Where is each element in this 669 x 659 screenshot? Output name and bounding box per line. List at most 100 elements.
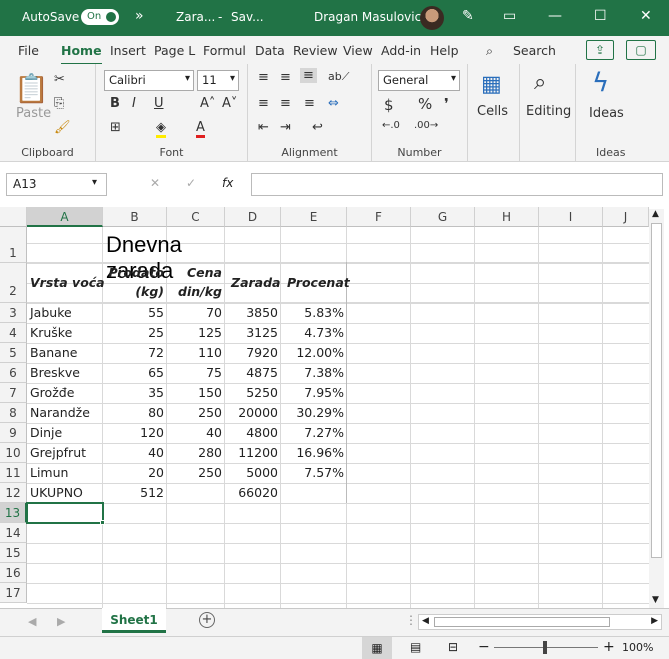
cell-percent[interactable]: 16.96% bbox=[281, 443, 347, 463]
cell-percent[interactable]: 12.00% bbox=[281, 343, 347, 363]
wrap-text-icon[interactable]: ↩ bbox=[312, 120, 323, 135]
document-title[interactable]: Zara... bbox=[176, 10, 215, 24]
cell-kg[interactable]: 25 bbox=[103, 323, 167, 343]
header-prodato-1[interactable]: Prodato bbox=[103, 265, 167, 285]
tab-page-layout[interactable]: Page L bbox=[154, 43, 195, 58]
page-layout-icon[interactable]: ▤ bbox=[410, 640, 421, 654]
zoom-in-icon[interactable]: + bbox=[603, 639, 615, 655]
scroll-thumb[interactable] bbox=[651, 223, 662, 558]
cell-price[interactable]: 250 bbox=[167, 403, 225, 423]
decrease-indent-icon[interactable]: ⇤ bbox=[258, 120, 269, 135]
row-header-3[interactable]: 3 bbox=[0, 303, 27, 323]
comments-icon[interactable]: ▢ bbox=[626, 40, 656, 60]
column-header-h[interactable]: H bbox=[475, 207, 539, 227]
column-header-f[interactable]: F bbox=[347, 207, 411, 227]
cell-price[interactable]: 125 bbox=[167, 323, 225, 343]
font-size-select[interactable]: 11 bbox=[197, 70, 239, 91]
cell-fruit-name[interactable]: Grožđe bbox=[27, 383, 103, 403]
cell-fruit-name[interactable]: Breskve bbox=[27, 363, 103, 383]
tab-home[interactable]: Home bbox=[61, 43, 102, 66]
cell-earnings[interactable]: 11200 bbox=[225, 443, 281, 463]
cell-price[interactable]: 150 bbox=[167, 383, 225, 403]
cell-price[interactable]: 280 bbox=[167, 443, 225, 463]
ideas-icon[interactable]: ϟ bbox=[592, 68, 609, 98]
cell-kg[interactable]: 65 bbox=[103, 363, 167, 383]
align-bottom-icon[interactable]: ≡ bbox=[300, 68, 317, 83]
row-header-1[interactable]: 1 bbox=[0, 227, 27, 263]
zoom-thumb[interactable] bbox=[543, 641, 547, 654]
fill-color-icon[interactable]: ◈ bbox=[156, 120, 166, 138]
more-commands-icon[interactable]: » bbox=[135, 8, 144, 24]
user-name[interactable]: Dragan Masulovic bbox=[314, 10, 421, 24]
row-header-2[interactable]: 2 bbox=[0, 263, 27, 303]
fill-handle[interactable] bbox=[100, 520, 105, 525]
decrease-font-icon[interactable]: A˅ bbox=[222, 96, 237, 111]
align-right-icon[interactable]: ≡ bbox=[304, 96, 315, 111]
cell-kg[interactable]: 80 bbox=[103, 403, 167, 423]
active-cell-a13[interactable] bbox=[26, 502, 104, 524]
sheet-tab-sheet1[interactable]: Sheet1 bbox=[102, 608, 166, 633]
cell-percent[interactable]: 7.95% bbox=[281, 383, 347, 403]
copy-icon[interactable]: ⎘ bbox=[54, 96, 64, 111]
row-header-9[interactable]: 9 bbox=[0, 423, 27, 443]
cell-price[interactable]: 110 bbox=[167, 343, 225, 363]
cell-kg[interactable]: 55 bbox=[103, 303, 167, 323]
row-header-13[interactable]: 13 bbox=[0, 503, 27, 523]
bold-icon[interactable]: B bbox=[110, 96, 120, 111]
next-sheet-icon[interactable]: ▶ bbox=[57, 615, 65, 628]
row-header-14[interactable]: 14 bbox=[0, 523, 27, 543]
tab-file[interactable]: File bbox=[18, 43, 39, 58]
row-header-12[interactable]: 12 bbox=[0, 483, 27, 503]
cell-kg[interactable]: 40 bbox=[103, 443, 167, 463]
font-name-select[interactable]: Calibri bbox=[104, 70, 194, 91]
row-header-8[interactable]: 8 bbox=[0, 403, 27, 423]
insert-function-icon[interactable]: fx bbox=[222, 176, 233, 190]
search-icon[interactable]: ⌕ bbox=[486, 43, 493, 59]
column-header-b[interactable]: B bbox=[103, 207, 167, 227]
row-header-15[interactable]: 15 bbox=[0, 543, 27, 563]
cell-earnings[interactable]: 4875 bbox=[225, 363, 281, 383]
horizontal-scrollbar[interactable]: ◀ ▶ bbox=[418, 614, 662, 630]
comma-style-icon[interactable]: ❜ bbox=[444, 95, 449, 113]
cell-earnings[interactable]: 3125 bbox=[225, 323, 281, 343]
row-header-10[interactable]: 10 bbox=[0, 443, 27, 463]
cells-icon[interactable]: ▦ bbox=[481, 72, 502, 97]
borders-icon[interactable]: ⊞ bbox=[110, 120, 121, 135]
header-prodato-2[interactable]: (kg) bbox=[103, 284, 167, 304]
select-all[interactable] bbox=[0, 207, 27, 227]
editing-button[interactable]: Editing bbox=[526, 104, 571, 119]
align-left-icon[interactable]: ≡ bbox=[258, 96, 269, 111]
column-header-c[interactable]: C bbox=[167, 207, 225, 227]
cell-percent[interactable]: 5.83% bbox=[281, 303, 347, 323]
header-cena-2[interactable]: din/kg bbox=[167, 284, 225, 304]
align-middle-icon[interactable]: ≡ bbox=[280, 70, 291, 85]
zoom-level[interactable]: 100% bbox=[622, 641, 653, 654]
paste-icon[interactable]: 📋 bbox=[14, 72, 49, 105]
cell-fruit-name[interactable]: Limun bbox=[27, 463, 103, 483]
formula-input[interactable] bbox=[251, 173, 663, 196]
cell-percent[interactable]: 7.38% bbox=[281, 363, 347, 383]
row-header-11[interactable]: 11 bbox=[0, 463, 27, 483]
column-header-i[interactable]: I bbox=[539, 207, 603, 227]
font-color-icon[interactable]: A bbox=[196, 120, 205, 138]
row-header-6[interactable]: 6 bbox=[0, 363, 27, 383]
cell-fruit-name[interactable]: Dinje bbox=[27, 423, 103, 443]
align-center-icon[interactable]: ≡ bbox=[280, 96, 291, 111]
column-header-g[interactable]: G bbox=[411, 207, 475, 227]
row-header-16[interactable]: 16 bbox=[0, 563, 27, 583]
scroll-left-icon[interactable]: ◀ bbox=[422, 616, 429, 626]
cell-percent[interactable]: 7.57% bbox=[281, 463, 347, 483]
column-header-e[interactable]: E bbox=[281, 207, 347, 227]
save-state[interactable]: Sav... bbox=[231, 10, 264, 24]
cell-price[interactable]: 40 bbox=[167, 423, 225, 443]
cell-earnings[interactable]: 3850 bbox=[225, 303, 281, 323]
cells-button[interactable]: Cells bbox=[477, 104, 508, 119]
paste-button[interactable]: Paste bbox=[16, 106, 51, 121]
merge-center-icon[interactable]: ⇔ bbox=[328, 96, 339, 111]
vertical-scrollbar[interactable]: ▲ ▼ bbox=[649, 209, 664, 608]
row-header-4[interactable]: 4 bbox=[0, 323, 27, 343]
autosave-toggle[interactable]: On bbox=[81, 9, 119, 25]
header-vrsta[interactable]: Vrsta voća bbox=[27, 263, 105, 303]
maximize-icon[interactable]: ☐ bbox=[594, 8, 607, 24]
close-icon[interactable]: ✕ bbox=[640, 8, 652, 24]
